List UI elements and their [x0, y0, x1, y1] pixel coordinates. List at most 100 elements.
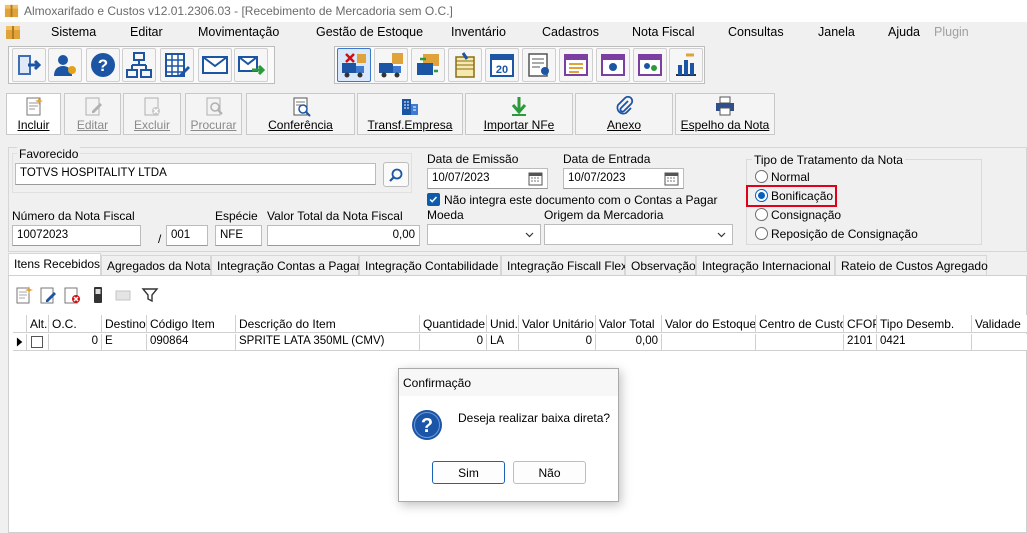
col-centro-custo[interactable]: Centro de Custo	[756, 315, 844, 333]
app-menu-icon[interactable]	[5, 24, 21, 40]
favorecido-field[interactable]: TOTVS HOSPITALITY LTDA	[15, 163, 376, 185]
numero-nf-field[interactable]: 10072023	[12, 225, 141, 246]
mail-icon[interactable]	[198, 48, 232, 82]
users-report-icon[interactable]	[633, 48, 667, 82]
cell-unid[interactable]: LA	[487, 334, 519, 351]
exit-icon[interactable]	[12, 48, 46, 82]
col-destino[interactable]: Destino	[102, 315, 147, 333]
barcode-scanner-icon[interactable]	[88, 285, 108, 305]
favorecido-search-button[interactable]	[383, 162, 409, 187]
data-entrada-field[interactable]: 10/07/2023	[563, 168, 684, 189]
col-descricao[interactable]: Descrição do Item	[236, 315, 420, 333]
col-quantidade[interactable]: Quantidade	[420, 315, 487, 333]
truck-cancel-icon[interactable]	[337, 48, 371, 82]
editar-button[interactable]: Editar	[64, 93, 121, 135]
menu-nota-fiscal[interactable]: Nota Fiscal	[632, 25, 695, 39]
menu-inventario[interactable]: Inventário	[451, 25, 506, 39]
excluir-button[interactable]: Excluir	[123, 93, 181, 135]
tab-rateio-custos[interactable]: Rateio de Custos Agregado	[835, 255, 988, 275]
col-unid[interactable]: Unid.	[487, 315, 519, 333]
edit-row-icon[interactable]	[38, 285, 58, 305]
menu-janela[interactable]: Janela	[818, 25, 855, 39]
tab-integracao-internacional[interactable]: Integração Internacional	[696, 255, 835, 275]
radio-normal[interactable]	[755, 170, 768, 183]
organization-chart-icon[interactable]	[122, 48, 156, 82]
tab-observacao[interactable]: Observação	[625, 255, 696, 275]
cell-quantidade[interactable]: 0	[420, 334, 487, 351]
window-list-icon[interactable]	[559, 48, 593, 82]
col-cfop[interactable]: CFOP	[844, 315, 877, 333]
spreadsheet-edit-icon[interactable]	[160, 48, 194, 82]
help-icon[interactable]: ?	[86, 48, 120, 82]
calendar-icon[interactable]	[528, 171, 543, 186]
menu-movimentacao[interactable]: Movimentação	[198, 25, 279, 39]
menu-plugin[interactable]: Plugin	[934, 25, 969, 39]
col-valor-estoque[interactable]: Valor do Estoque	[662, 315, 756, 333]
cell-valor-total[interactable]: 0,00	[596, 334, 662, 351]
col-codigo-item[interactable]: Código Item	[147, 315, 236, 333]
tab-integracao-fiscall-flex[interactable]: Integração Fiscall Flex	[501, 255, 627, 275]
col-validade[interactable]: Validade	[972, 315, 1027, 333]
cell-descricao[interactable]: SPRITE LATA 350ML (CMV)	[236, 334, 420, 351]
menu-ajuda[interactable]: Ajuda	[888, 25, 920, 39]
col-oc[interactable]: O.C.	[49, 315, 102, 333]
send-mail-icon[interactable]	[234, 48, 268, 82]
calendar-icon[interactable]	[664, 171, 679, 186]
radio-consignacao[interactable]	[755, 208, 768, 221]
inventory-icon[interactable]	[448, 48, 482, 82]
tab-integracao-contabilidade[interactable]: Integração Contabilidade	[359, 255, 501, 275]
report-user-icon[interactable]	[522, 48, 556, 82]
no-button[interactable]: Não	[513, 461, 586, 484]
data-emissao-field[interactable]: 10/07/2023	[427, 168, 548, 189]
moeda-select[interactable]	[427, 224, 541, 245]
cell-codigo[interactable]: 090864	[147, 334, 236, 351]
radio-reposicao[interactable]	[755, 227, 768, 240]
tab-integracao-contas-pagar[interactable]: Integração Contas a Pagar	[211, 255, 360, 275]
col-tipo-desemb[interactable]: Tipo Desemb.	[877, 315, 972, 333]
col-valor-unitario[interactable]: Valor Unitário	[519, 315, 596, 333]
procurar-button[interactable]: Procurar	[185, 93, 242, 135]
espelho-nota-button[interactable]: Espelho da Nota	[675, 93, 775, 135]
truck-box-icon[interactable]	[374, 48, 408, 82]
menu-cadastros[interactable]: Cadastros	[542, 25, 599, 39]
cell-centro-custo[interactable]	[756, 334, 844, 351]
col-valor-total[interactable]: Valor Total	[596, 315, 662, 333]
filter-icon[interactable]	[140, 285, 160, 305]
tab-itens-recebidos[interactable]: Itens Recebidos	[8, 253, 101, 276]
cell-cfop[interactable]: 2101	[844, 334, 877, 351]
alt-checkbox[interactable]	[31, 336, 43, 348]
tab-agregados[interactable]: Agregados da Nota	[101, 255, 211, 275]
delete-row-icon[interactable]	[62, 285, 82, 305]
cell-valor-estoque[interactable]	[662, 334, 756, 351]
valor-total-field[interactable]: 0,00	[267, 225, 420, 246]
cell-tipo-desemb[interactable]: 0421	[877, 334, 972, 351]
add-row-icon[interactable]	[14, 285, 34, 305]
importar-nfe-button[interactable]: Importar NFe	[465, 93, 573, 135]
cell-validade[interactable]	[972, 334, 1027, 351]
nao-integra-checkbox[interactable]	[427, 193, 440, 206]
yes-button[interactable]: Sim	[432, 461, 505, 484]
menu-consultas[interactable]: Consultas	[728, 25, 784, 39]
menu-sistema[interactable]: Sistema	[51, 25, 96, 39]
menu-editar[interactable]: Editar	[130, 25, 163, 39]
transf-empresa-button[interactable]: Transf.Empresa	[357, 93, 463, 135]
monitor-report-icon[interactable]	[596, 48, 630, 82]
col-alt[interactable]: Alt.	[27, 315, 49, 333]
especie-label: Espécie	[215, 209, 258, 223]
calendar-icon[interactable]: 20	[485, 48, 519, 82]
cell-destino[interactable]: E	[102, 334, 147, 351]
cell-valor-unitario[interactable]: 0	[519, 334, 596, 351]
anexo-button[interactable]: Anexo	[575, 93, 673, 135]
serie-field[interactable]: 001	[166, 225, 208, 246]
conferencia-button[interactable]: Conferência	[246, 93, 355, 135]
transfer-icon[interactable]	[411, 48, 445, 82]
menu-gestao-estoque[interactable]: Gestão de Estoque	[316, 25, 423, 39]
user-icon[interactable]	[48, 48, 82, 82]
especie-field[interactable]: NFE	[215, 225, 262, 246]
radio-bonificacao[interactable]	[755, 189, 768, 202]
incluir-button[interactable]: Incluir	[6, 93, 61, 135]
cell-oc[interactable]: 0	[49, 334, 102, 351]
origem-select[interactable]	[544, 224, 733, 245]
chart-edit-icon[interactable]	[669, 48, 703, 82]
table-row-alt[interactable]	[27, 334, 49, 351]
